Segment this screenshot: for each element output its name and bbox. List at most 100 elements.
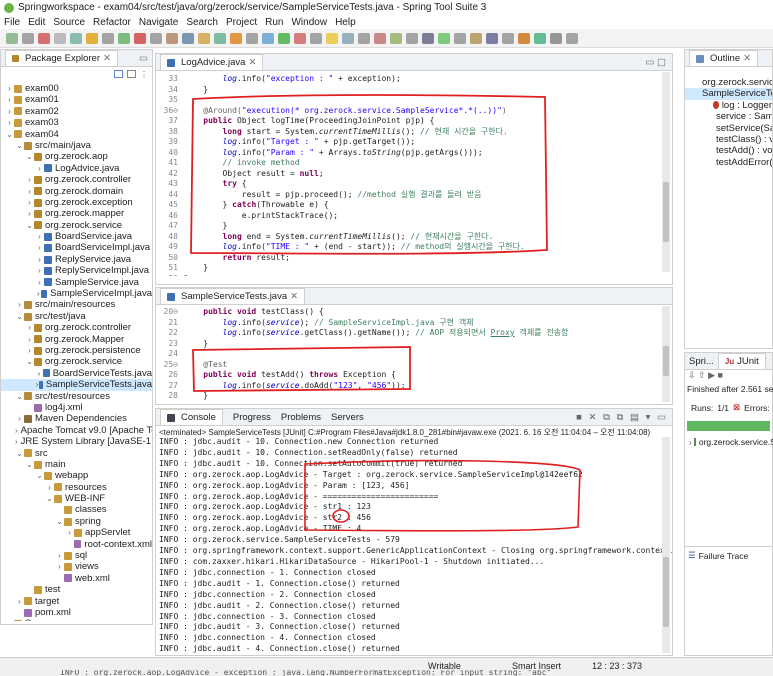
tree-item[interactable]: › org.zerock.exception — [1, 197, 152, 208]
scrollbar-thumb[interactable] — [663, 557, 669, 627]
tree-item[interactable]: › SampleServiceImpl.java — [1, 288, 152, 299]
tab-logadvice[interactable]: LogAdvice.java ✕ — [160, 54, 264, 70]
menu-source[interactable]: Source — [53, 17, 85, 28]
tree-item[interactable]: › LogAdvice.java — [1, 163, 152, 174]
tree-item[interactable]: › exam00 — [1, 83, 152, 94]
toolbar-button-icon[interactable] — [406, 32, 418, 44]
menu-help[interactable]: Help — [335, 17, 356, 28]
tree-item[interactable]: ⌄ org.zerock.service — [1, 356, 152, 367]
expand-toggle-icon[interactable]: ⌄ — [25, 459, 34, 470]
toolbar-button-icon[interactable] — [454, 32, 466, 44]
toolbar-button-icon[interactable] — [118, 32, 130, 44]
tree-item[interactable]: ⌄ WEB-INF — [1, 493, 152, 504]
expand-toggle-icon[interactable]: › — [35, 254, 44, 265]
tree-item[interactable]: › ReplyServiceImpl.java — [1, 265, 152, 276]
close-icon[interactable]: ✕ — [248, 57, 256, 68]
toolbar-button-icon[interactable] — [246, 32, 258, 44]
toolbar-button-icon[interactable] — [54, 32, 66, 44]
code-area[interactable]: 20⊖ public void testClass() {21 log.info… — [156, 305, 672, 403]
tab-progress[interactable]: Progress — [233, 412, 271, 423]
toolbar-button-icon[interactable] — [310, 32, 322, 44]
expand-toggle-icon[interactable]: › — [5, 117, 14, 128]
expand-toggle-icon[interactable]: ⌄ — [25, 151, 34, 162]
link-editor-icon[interactable] — [127, 70, 136, 78]
tree-item[interactable]: pom.xml — [1, 607, 152, 618]
expand-toggle-icon[interactable]: ⌄ — [15, 448, 24, 459]
expand-toggle-icon[interactable]: ⌄ — [35, 470, 44, 481]
outline-item[interactable]: service : Sam — [685, 111, 772, 122]
expand-toggle-icon[interactable]: › — [35, 163, 44, 174]
tree-item[interactable]: › exam01 — [1, 94, 152, 105]
toolbar-button-icon[interactable] — [534, 32, 546, 44]
tab-sampleservicetests[interactable]: SampleServiceTests.java ✕ — [160, 288, 306, 304]
tree-item[interactable]: › resources — [1, 482, 152, 493]
outline-item[interactable]: testAdd() : vo — [685, 145, 772, 156]
toolbar-button-icon[interactable] — [102, 32, 114, 44]
tree-item[interactable]: ⌄ spring — [1, 516, 152, 527]
toolbar-button-icon[interactable] — [566, 32, 578, 44]
outline-item[interactable]: org.zerock.servic — [685, 77, 772, 88]
menu-edit[interactable]: Edit — [28, 17, 45, 28]
expand-toggle-icon[interactable]: › — [35, 368, 43, 379]
expand-toggle-icon[interactable]: › — [5, 618, 14, 621]
toolbar-button-icon[interactable] — [422, 32, 434, 44]
toolbar-button-icon[interactable] — [22, 32, 34, 44]
expand-icon[interactable]: › — [689, 437, 692, 447]
tree-item[interactable]: › sql — [1, 550, 152, 561]
tree-item[interactable]: › Apache Tomcat v9.0 [Apache Tom — [1, 425, 152, 436]
toolbar-button-icon[interactable] — [230, 32, 242, 44]
tab-console[interactable]: Console — [160, 409, 223, 425]
scrollbar-thumb[interactable] — [663, 346, 669, 376]
minimize-icon[interactable]: ▭ — [139, 53, 148, 64]
expand-toggle-icon[interactable]: › — [55, 550, 64, 561]
menu-refactor[interactable]: Refactor — [93, 17, 131, 28]
tree-item[interactable]: ⌄ src/test/java — [1, 311, 152, 322]
tree-item[interactable]: › ReplyService.java — [1, 254, 152, 265]
expand-toggle-icon[interactable]: › — [35, 277, 44, 288]
toolbar-button-icon[interactable] — [262, 32, 274, 44]
tree-item[interactable]: › appServlet — [1, 527, 152, 538]
junit-test-item[interactable]: › org.zerock.service.S — [685, 431, 773, 447]
tree-item[interactable]: ⌄ exam04 — [1, 129, 152, 140]
expand-toggle-icon[interactable]: › — [15, 596, 24, 607]
tree-item[interactable]: › org.zerock.persistence — [1, 345, 152, 356]
expand-toggle-icon[interactable]: › — [35, 231, 44, 242]
tree-item[interactable]: › org.zerock.domain — [1, 186, 152, 197]
close-icon[interactable]: ✕ — [743, 53, 751, 64]
tree-item[interactable]: log4j.xml — [1, 402, 152, 413]
menu-navigate[interactable]: Navigate — [139, 17, 178, 28]
expand-toggle-icon[interactable]: ⌄ — [45, 493, 54, 504]
toolbar-button-icon[interactable] — [374, 32, 386, 44]
toolbar-button-icon[interactable] — [326, 32, 338, 44]
tree-item[interactable]: › JRE System Library [JavaSE-1.8] — [1, 436, 152, 447]
tree-item[interactable]: › BoardServiceImpl.java — [1, 242, 152, 253]
tree-item[interactable]: › SampleServiceTests.java — [1, 379, 152, 391]
expand-toggle-icon[interactable]: › — [25, 174, 34, 185]
tree-item[interactable]: › views — [1, 561, 152, 572]
toolbar-button-icon[interactable] — [134, 32, 146, 44]
tree-item[interactable]: › target — [1, 596, 152, 607]
outline-tab[interactable]: Outline ✕ — [689, 50, 759, 66]
toolbar-button-icon[interactable] — [486, 32, 498, 44]
collapse-all-icon[interactable] — [114, 70, 123, 78]
outline-item[interactable]: log : Logger — [685, 100, 772, 111]
toolbar-button-icon[interactable] — [550, 32, 562, 44]
view-menu-icon[interactable]: ⋮ — [140, 70, 148, 79]
toolbar-button-icon[interactable] — [38, 32, 50, 44]
tree-item[interactable]: › BoardServiceTests.java — [1, 368, 152, 379]
console-output[interactable]: INFO : jdbc.audit - 10. Connection.new C… — [156, 437, 672, 653]
tree-item[interactable]: › org.zerock.controller — [1, 174, 152, 185]
expand-toggle-icon[interactable]: ⌄ — [25, 356, 34, 367]
vertical-scrollbar[interactable] — [662, 306, 670, 402]
tree-item[interactable]: ⌄ webapp — [1, 470, 152, 481]
menu-run[interactable]: Run — [265, 17, 283, 28]
expand-toggle-icon[interactable]: › — [25, 186, 34, 197]
scrollbar-thumb[interactable] — [663, 182, 669, 242]
outline-item[interactable]: setService(Sa — [685, 123, 772, 134]
tree-item[interactable]: › org.zerock.Mapper — [1, 334, 152, 345]
package-explorer-tab[interactable]: Package Explorer ✕ — [5, 50, 118, 66]
outline-item[interactable]: testClass() : v — [685, 134, 772, 145]
expand-toggle-icon[interactable]: ⌄ — [15, 391, 24, 402]
tree-item[interactable]: ⌄ org.zerock.aop — [1, 151, 152, 162]
outline-item[interactable]: testAddError() — [685, 157, 772, 168]
